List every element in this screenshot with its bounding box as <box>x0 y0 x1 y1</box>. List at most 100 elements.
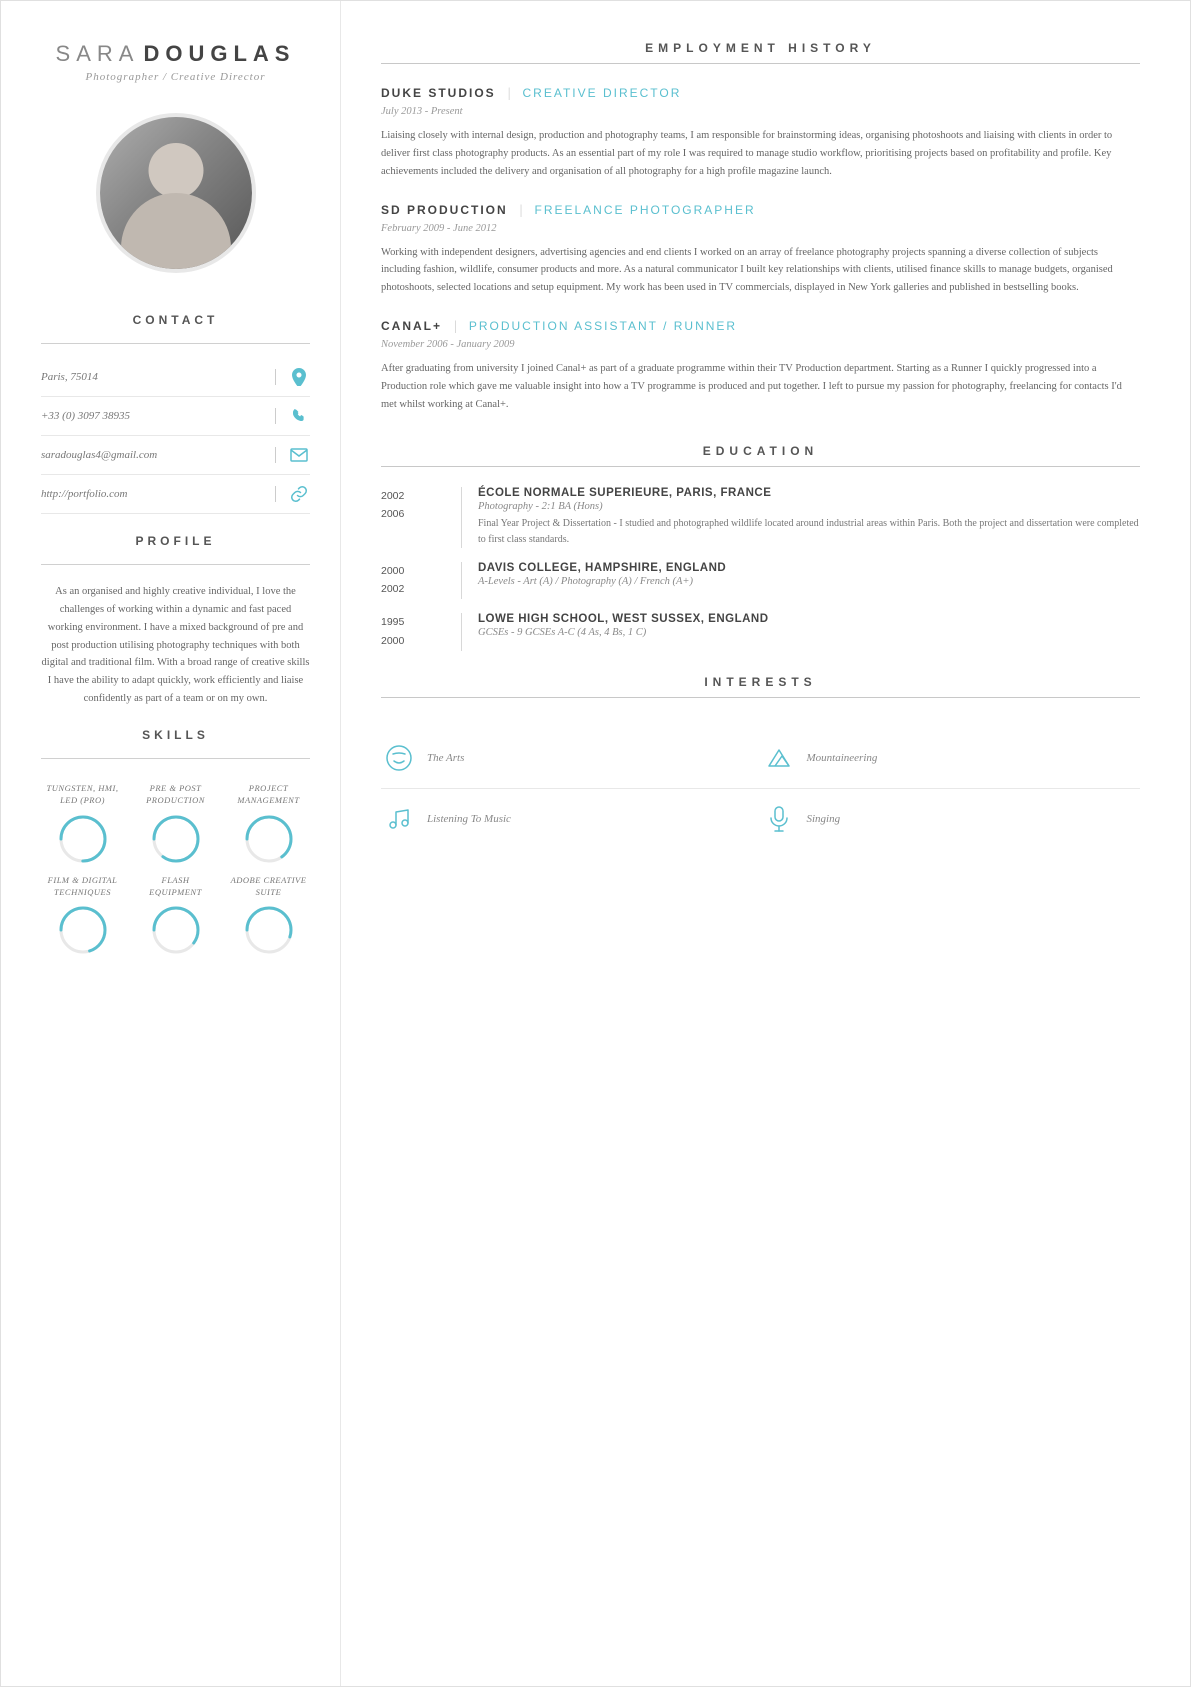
name-section: SARA DOUGLAS Photographer / Creative Dir… <box>41 41 310 83</box>
skill-item-4: FLASH EQUIPMENT <box>134 875 217 957</box>
job-1-title: CREATIVE DIRECTOR <box>523 86 682 100</box>
mountaineering-label: Mountaineering <box>807 752 878 764</box>
edu-1-school: ÉCOLE NORMALE SUPERIEURE, Paris, France <box>478 487 1140 499</box>
job-1-desc: Liaising closely with internal design, p… <box>381 127 1140 181</box>
skills-grid: TUNGSTEN, HMI, LED (PRO) PRE & POST PROD… <box>41 783 310 957</box>
skill-circle-4 <box>150 904 202 956</box>
website-text: http://portfolio.com <box>41 488 263 500</box>
singing-label: Singing <box>807 813 841 825</box>
edu-1-years: 2002 2006 <box>381 487 461 548</box>
skill-item-1: PRE & POST PRODUCTION <box>134 783 217 865</box>
edu-1-year-end: 2006 <box>381 505 461 524</box>
contact-divider <box>41 343 310 344</box>
email-icon <box>288 444 310 466</box>
edu-3-year-start: 1995 <box>381 613 461 632</box>
skill-label-2: PROJECT MANAGEMENT <box>227 783 310 807</box>
job-3-company: CANAL+ <box>381 319 442 333</box>
interest-mountaineering: Mountaineering <box>761 728 1141 789</box>
education-header: EDUCATION <box>381 444 1140 458</box>
edu-3-school: LOWE HIGH SCHOOL, West Sussex, England <box>478 613 1140 625</box>
profile-text: As an organised and highly creative indi… <box>41 583 310 708</box>
skill-label-5: ADOBE CREATIVE SUITE <box>227 875 310 899</box>
skills-divider <box>41 758 310 759</box>
skill-label-0: TUNGSTEN, HMI, LED (PRO) <box>41 783 124 807</box>
right-column: EMPLOYMENT HISTORY DUKE STUDIOS | CREATI… <box>341 1 1190 1686</box>
interest-music: Listening To Music <box>381 789 761 849</box>
skill-item-3: FILM & DIGITAL TECHNIQUES <box>41 875 124 957</box>
skill-circle-5 <box>243 904 295 956</box>
profile-photo <box>96 113 256 273</box>
contact-sep-2 <box>275 408 276 424</box>
profile-header: PROFILE <box>41 534 310 548</box>
edu-3-years: 1995 2000 <box>381 613 461 651</box>
interest-singing: Singing <box>761 789 1141 849</box>
edu-3: 1995 2000 LOWE HIGH SCHOOL, West Sussex,… <box>381 613 1140 651</box>
job-3-header: CANAL+ | PRODUCTION ASSISTANT / RUNNER <box>381 317 1140 335</box>
skill-item-0: TUNGSTEN, HMI, LED (PRO) <box>41 783 124 865</box>
skills-header: SKILLS <box>41 728 310 742</box>
job-2-sep: | <box>520 203 523 218</box>
job-2-dates: February 2009 - June 2012 <box>381 223 1140 234</box>
contact-phone: +33 (0) 3097 38935 <box>41 397 310 436</box>
contact-header: CONTACT <box>41 313 310 327</box>
skill-circle-2 <box>243 813 295 865</box>
music-label: Listening To Music <box>427 813 511 825</box>
edu-1-year-start: 2002 <box>381 487 461 506</box>
job-2: SD PRODUCTION | FREELANCE PHOTOGRAPHER F… <box>381 201 1140 318</box>
profile-divider <box>41 564 310 565</box>
interest-arts: The Arts <box>381 728 761 789</box>
interests-header: INTERESTS <box>381 675 1140 689</box>
job-3: CANAL+ | PRODUCTION ASSISTANT / RUNNER N… <box>381 317 1140 434</box>
job-2-desc: Working with independent designers, adve… <box>381 244 1140 298</box>
phone-text: +33 (0) 3097 38935 <box>41 410 263 422</box>
edu-3-degree: GCSEs - 9 GCSEs A-C (4 As, 4 Bs, 1 C) <box>478 627 1140 638</box>
skill-circle-1 <box>150 813 202 865</box>
link-icon <box>288 483 310 505</box>
employment-divider <box>381 63 1140 64</box>
edu-2: 2000 2002 DAVIS COLLEGE, Hampshire, Engl… <box>381 562 1140 600</box>
job-3-desc: After graduating from university I joine… <box>381 360 1140 414</box>
edu-3-year-end: 2000 <box>381 632 461 651</box>
job-1-dates: July 2013 - Present <box>381 106 1140 117</box>
job-3-title: PRODUCTION ASSISTANT / RUNNER <box>469 319 737 333</box>
employment-header: EMPLOYMENT HISTORY <box>381 41 1140 55</box>
edu-3-content: LOWE HIGH SCHOOL, West Sussex, England G… <box>461 613 1140 651</box>
photo-placeholder <box>100 113 252 273</box>
arts-label: The Arts <box>427 752 464 764</box>
job-1-header: DUKE STUDIOS | CREATIVE DIRECTOR <box>381 84 1140 102</box>
edu-2-content: DAVIS COLLEGE, Hampshire, England A-Leve… <box>461 562 1140 600</box>
skill-label-1: PRE & POST PRODUCTION <box>134 783 217 807</box>
address-text: Paris, 75014 <box>41 371 263 383</box>
mic-icon <box>761 801 797 837</box>
edu-2-year-start: 2000 <box>381 562 461 581</box>
skill-label-3: FILM & DIGITAL TECHNIQUES <box>41 875 124 899</box>
theater-icon <box>381 740 417 776</box>
job-1: DUKE STUDIOS | CREATIVE DIRECTOR July 20… <box>381 84 1140 201</box>
job-3-dates: November 2006 - January 2009 <box>381 339 1140 350</box>
skill-item-2: PROJECT MANAGEMENT <box>227 783 310 865</box>
interests-grid: The Arts Mountaineering <box>381 728 1140 849</box>
skill-circle-3 <box>57 904 109 956</box>
interests-divider <box>381 697 1140 698</box>
job-2-company: SD PRODUCTION <box>381 203 508 217</box>
edu-2-degree: A-Levels - Art (A) / Photography (A) / F… <box>478 576 1140 587</box>
skill-label-4: FLASH EQUIPMENT <box>134 875 217 899</box>
location-icon <box>288 366 310 388</box>
email-text: saradouglas4@gmail.com <box>41 449 263 461</box>
edu-1-content: ÉCOLE NORMALE SUPERIEURE, Paris, France … <box>461 487 1140 548</box>
phone-icon <box>288 405 310 427</box>
contact-email: saradouglas4@gmail.com <box>41 436 310 475</box>
contact-sep-4 <box>275 486 276 502</box>
skill-circle-0 <box>57 813 109 865</box>
contact-sep-3 <box>275 447 276 463</box>
music-icon <box>381 801 417 837</box>
skill-item-5: ADOBE CREATIVE SUITE <box>227 875 310 957</box>
edu-1-degree: Photography - 2:1 BA (Hons) <box>478 501 1140 512</box>
edu-2-year-end: 2002 <box>381 580 461 599</box>
edu-2-years: 2000 2002 <box>381 562 461 600</box>
job-1-company: DUKE STUDIOS <box>381 86 496 100</box>
mountain-icon <box>761 740 797 776</box>
name-display: SARA DOUGLAS <box>41 41 310 67</box>
job-3-sep: | <box>454 319 457 334</box>
job-2-title: FREELANCE PHOTOGRAPHER <box>534 203 755 217</box>
